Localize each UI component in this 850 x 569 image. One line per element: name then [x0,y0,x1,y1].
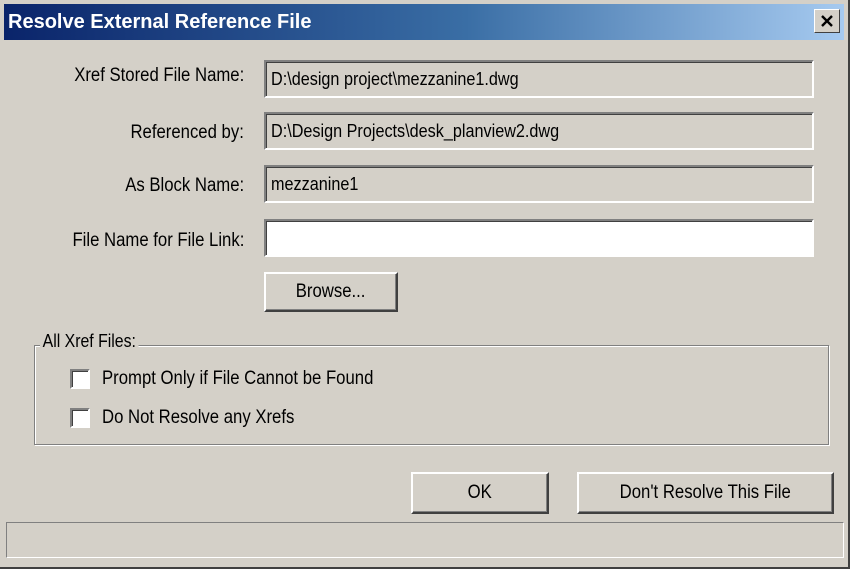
browse-button-label: Browse... [296,281,366,302]
referenced-by-value: D:\Design Projects\desk_planview2.dwg [271,121,560,141]
ok-button-label: OK [467,482,493,503]
block-name-label: As Block Name: [125,175,244,196]
browse-button[interactable]: Browse... [264,272,398,312]
do-not-resolve-label[interactable]: Do Not Resolve any Xrefs [102,407,294,429]
ok-button[interactable]: OK [411,472,549,514]
file-link-input[interactable] [264,219,814,257]
dont-resolve-button[interactable]: Don't Resolve This File [577,472,834,514]
resolve-xref-dialog: Resolve External Reference File Xref Sto… [0,0,850,569]
close-icon [821,15,833,27]
block-name-value: mezzanine1 [271,174,359,194]
file-link-label: File Name for File Link: [72,230,244,251]
block-name-field: mezzanine1 [264,165,814,203]
window-title: Resolve External Reference File [8,11,312,33]
dont-resolve-button-label: Don't Resolve This File [619,482,792,503]
prompt-only-checkbox[interactable] [70,369,90,389]
status-bar [6,522,844,558]
prompt-only-label[interactable]: Prompt Only if File Cannot be Found [102,368,373,390]
all-xref-files-legend: All Xref Files: [40,331,139,352]
title-bar[interactable]: Resolve External Reference File [4,4,844,40]
do-not-resolve-checkbox[interactable] [70,408,90,428]
stored-file-name-field: D:\design project\mezzanine1.dwg [264,60,814,98]
stored-file-name-value: D:\design project\mezzanine1.dwg [271,69,519,89]
stored-file-name-label: Xref Stored File Name: [73,65,244,86]
referenced-by-field: D:\Design Projects\desk_planview2.dwg [264,112,814,150]
all-xref-files-group [34,345,829,445]
close-button[interactable] [814,9,840,33]
referenced-by-label: Referenced by: [130,122,244,143]
